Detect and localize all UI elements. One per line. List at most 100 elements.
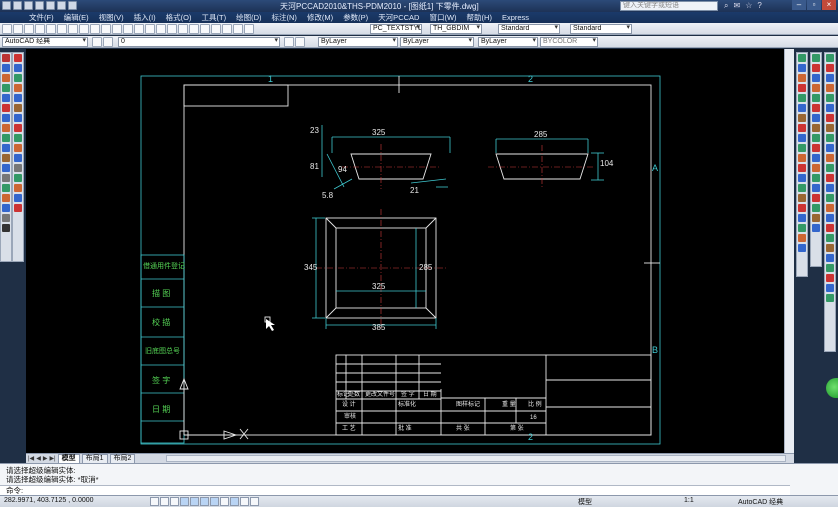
pccad-tool-4-icon[interactable] bbox=[798, 84, 806, 92]
extend-icon[interactable] bbox=[14, 154, 22, 162]
pccad-tool-47-icon[interactable] bbox=[826, 134, 834, 142]
pccad-tool-32-icon[interactable] bbox=[812, 164, 820, 172]
mtext-icon[interactable] bbox=[2, 224, 10, 232]
gradient-icon[interactable] bbox=[2, 194, 10, 202]
menu-file[interactable]: 文件(F) bbox=[24, 12, 59, 23]
snap-mode-icon[interactable] bbox=[160, 497, 169, 506]
annotation-scale[interactable]: 1:1 bbox=[684, 497, 694, 504]
publish-icon[interactable] bbox=[57, 24, 67, 34]
scale-icon[interactable] bbox=[14, 124, 22, 132]
pccad-tool-2-icon[interactable] bbox=[798, 64, 806, 72]
stretch-icon[interactable] bbox=[14, 134, 22, 142]
plot-style-select[interactable]: BYCOLOR bbox=[540, 37, 598, 47]
multileader-style-select[interactable]: Standard bbox=[570, 24, 632, 34]
polygon-icon[interactable] bbox=[2, 84, 10, 92]
pccad-tool-15-icon[interactable] bbox=[798, 194, 806, 202]
minimize-button[interactable]: – bbox=[792, 0, 806, 10]
menu-edit[interactable]: 编辑(E) bbox=[59, 12, 94, 23]
pccad-tool-19-icon[interactable] bbox=[798, 234, 806, 242]
copy-object-icon[interactable] bbox=[14, 64, 22, 72]
cut-icon[interactable] bbox=[68, 24, 78, 34]
infer-constraints-icon[interactable] bbox=[150, 497, 159, 506]
restore-button[interactable]: ▫ bbox=[807, 0, 821, 10]
rectangle-icon[interactable] bbox=[2, 94, 10, 102]
pccad-tool-45-icon[interactable] bbox=[826, 114, 834, 122]
workspace-select[interactable]: AutoCAD 经典 bbox=[2, 37, 88, 47]
pccad-tool-60-icon[interactable] bbox=[826, 264, 834, 272]
tab-model[interactable]: 模型 bbox=[57, 453, 80, 464]
app-menu-icon[interactable] bbox=[2, 1, 11, 10]
new-icon[interactable] bbox=[13, 1, 22, 10]
pccad-tool-3-icon[interactable] bbox=[798, 74, 806, 82]
pccad-tool-27-icon[interactable] bbox=[812, 114, 820, 122]
pccad-tool-20-icon[interactable] bbox=[798, 244, 806, 252]
tab-next-icon[interactable]: ▶ bbox=[43, 455, 48, 462]
pccad-tool-25-icon[interactable] bbox=[812, 94, 820, 102]
save-file-icon[interactable] bbox=[24, 24, 34, 34]
help-tool-icon[interactable] bbox=[244, 24, 254, 34]
polyline-icon[interactable] bbox=[2, 74, 10, 82]
match-properties-icon[interactable] bbox=[101, 24, 111, 34]
tab-last-icon[interactable]: ▶| bbox=[49, 455, 55, 462]
pccad-tool-24-icon[interactable] bbox=[812, 84, 820, 92]
polar-tracking-icon[interactable] bbox=[190, 497, 199, 506]
pccad-tool-17-icon[interactable] bbox=[798, 214, 806, 222]
grid-display-icon[interactable] bbox=[170, 497, 179, 506]
properties-icon[interactable] bbox=[178, 24, 188, 34]
pccad-tool-57-icon[interactable] bbox=[826, 234, 834, 242]
pccad-tool-8-icon[interactable] bbox=[798, 124, 806, 132]
text-style-select[interactable]: PC_TEXTSTYLE bbox=[370, 24, 422, 34]
break-icon[interactable] bbox=[14, 164, 22, 172]
pccad-tool-59-icon[interactable] bbox=[826, 254, 834, 262]
table-style-select[interactable]: Standard bbox=[498, 24, 560, 34]
open-icon[interactable] bbox=[24, 1, 33, 10]
pccad-tool-11-icon[interactable] bbox=[798, 154, 806, 162]
dynamic-ucs-icon[interactable] bbox=[220, 497, 229, 506]
paste-icon[interactable] bbox=[90, 24, 100, 34]
line-icon[interactable] bbox=[2, 54, 10, 62]
pccad-tool-55-icon[interactable] bbox=[826, 214, 834, 222]
plot-icon[interactable] bbox=[68, 1, 77, 10]
menu-parametric[interactable]: 参数(P) bbox=[338, 12, 373, 23]
horizontal-scrollbar[interactable] bbox=[166, 455, 786, 462]
pccad-tool-10-icon[interactable] bbox=[798, 144, 806, 152]
menu-draw[interactable]: 绘图(D) bbox=[231, 12, 266, 23]
tab-first-icon[interactable]: |◀ bbox=[28, 455, 34, 462]
pccad-tool-48-icon[interactable] bbox=[826, 144, 834, 152]
pccad-tool-26-icon[interactable] bbox=[812, 104, 820, 112]
pccad-tool-50-icon[interactable] bbox=[826, 164, 834, 172]
qnew-icon[interactable] bbox=[2, 24, 12, 34]
insert-block-icon[interactable] bbox=[2, 154, 10, 162]
pccad-tool-5-icon[interactable] bbox=[798, 94, 806, 102]
search-icon[interactable]: ⌕ bbox=[724, 1, 728, 11]
pccad-tool-13-icon[interactable] bbox=[798, 174, 806, 182]
pccad-tool-18-icon[interactable] bbox=[798, 224, 806, 232]
pccad-tool-37-icon[interactable] bbox=[812, 214, 820, 222]
pccad-tool-56-icon[interactable] bbox=[826, 224, 834, 232]
undo-tool-icon[interactable] bbox=[112, 24, 122, 34]
pccad-tool-21-icon[interactable] bbox=[812, 54, 820, 62]
help-search-input[interactable]: 键入关键字或短语 bbox=[620, 1, 718, 11]
zoom-window-icon[interactable] bbox=[156, 24, 166, 34]
pccad-tool-49-icon[interactable] bbox=[826, 154, 834, 162]
tab-layout1[interactable]: 布局1 bbox=[81, 453, 108, 464]
save-icon[interactable] bbox=[35, 1, 44, 10]
menu-dimension[interactable]: 标注(N) bbox=[267, 12, 302, 23]
pccad-tool-44-icon[interactable] bbox=[826, 104, 834, 112]
lineweight-icon[interactable] bbox=[240, 497, 249, 506]
menu-pccad[interactable]: 天河PCCAD bbox=[373, 12, 424, 23]
redo-icon[interactable] bbox=[57, 1, 66, 10]
menu-tools[interactable]: 工具(T) bbox=[197, 12, 232, 23]
revcloud-icon[interactable] bbox=[2, 124, 10, 132]
undo-icon[interactable] bbox=[46, 1, 55, 10]
layer-previous-icon[interactable] bbox=[295, 37, 305, 47]
workspace-switch[interactable]: AutoCAD 经典 bbox=[738, 497, 783, 507]
pccad-tool-51-icon[interactable] bbox=[826, 174, 834, 182]
pccad-tool-58-icon[interactable] bbox=[826, 244, 834, 252]
redo-tool-icon[interactable] bbox=[123, 24, 133, 34]
menu-express[interactable]: Express bbox=[497, 12, 534, 23]
pccad-tool-43-icon[interactable] bbox=[826, 94, 834, 102]
pccad-tool-12-icon[interactable] bbox=[798, 164, 806, 172]
pccad-tool-46-icon[interactable] bbox=[826, 124, 834, 132]
arc-icon[interactable] bbox=[2, 104, 10, 112]
